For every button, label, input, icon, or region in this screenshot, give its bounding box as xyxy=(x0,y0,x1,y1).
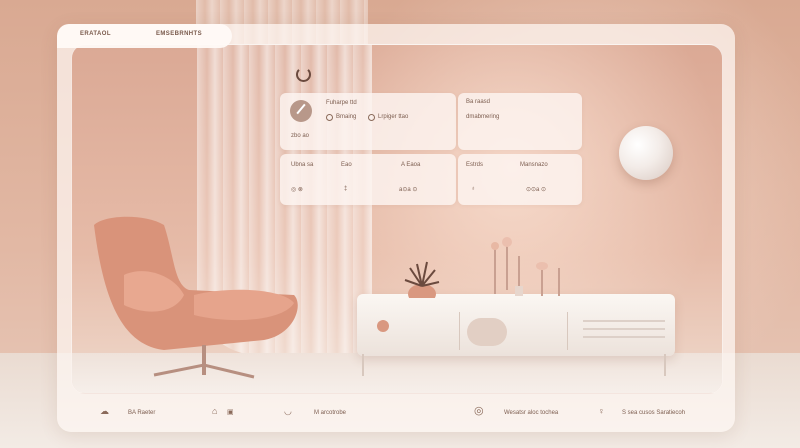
cabinet-door xyxy=(363,312,460,350)
col-header: Eao xyxy=(341,162,352,168)
value-icon[interactable]: ♁ xyxy=(471,186,476,192)
col-header: Mansnazo xyxy=(520,162,548,168)
radio-label: Lrpiger ttao xyxy=(378,114,409,120)
nav-label[interactable]: S sea cusos Saratiecoh xyxy=(622,410,685,416)
radio-bmaing[interactable] xyxy=(326,114,333,121)
value-icon[interactable]: ‡ xyxy=(344,186,347,192)
lounge-chair xyxy=(94,216,298,379)
card-title: Ba raasd xyxy=(466,99,491,105)
value-icons[interactable]: a⊙a ⊙ xyxy=(399,186,417,193)
col-header: Ubna sa xyxy=(291,162,314,168)
value-icons[interactable]: ⊙⊙a ⊙ xyxy=(526,186,546,193)
wall-lamp-sphere xyxy=(619,126,673,180)
small-icon: ▣ xyxy=(227,409,234,416)
cloud-icon[interactable]: ☁ xyxy=(100,406,109,417)
card-subtext: dmabmering xyxy=(466,114,500,120)
tab-emsebrnhts[interactable]: EMSEBRNHTS xyxy=(156,31,202,37)
cabinet-lines xyxy=(583,320,665,322)
nav-label[interactable]: M arcotrobe xyxy=(314,410,346,416)
card-subtext: zbo ao xyxy=(291,133,310,139)
home-icon[interactable]: ⌂ xyxy=(212,406,217,416)
col-header: A Eaoa xyxy=(401,162,421,168)
col-header: Estrds xyxy=(466,162,484,168)
dial-icon[interactable] xyxy=(290,100,312,122)
card-title: Fuharpe ttd xyxy=(326,100,357,106)
loading-spinner-icon xyxy=(296,67,311,82)
light-icon[interactable]: ♀ xyxy=(598,406,605,416)
radio-label: Bmaing xyxy=(336,114,357,120)
nav-label[interactable]: BA Raeter xyxy=(128,410,155,416)
value-icons[interactable]: ◎ ⊗ xyxy=(291,186,303,193)
mug-icon[interactable]: ◡ xyxy=(284,406,292,417)
decor-objects xyxy=(404,237,560,298)
cabinet-leg xyxy=(362,354,364,376)
nav-label[interactable]: Wesatsr aloc tochea xyxy=(504,410,558,416)
sideboard xyxy=(357,294,675,356)
circle-icon[interactable]: ◎ xyxy=(474,404,484,417)
tab-ertaol[interactable]: ERATAOL xyxy=(80,31,111,37)
cabinet-knob xyxy=(377,320,389,332)
cabinet-slot xyxy=(467,318,507,346)
cabinet-leg xyxy=(664,354,666,376)
radio-lrpiger[interactable] xyxy=(368,114,375,121)
